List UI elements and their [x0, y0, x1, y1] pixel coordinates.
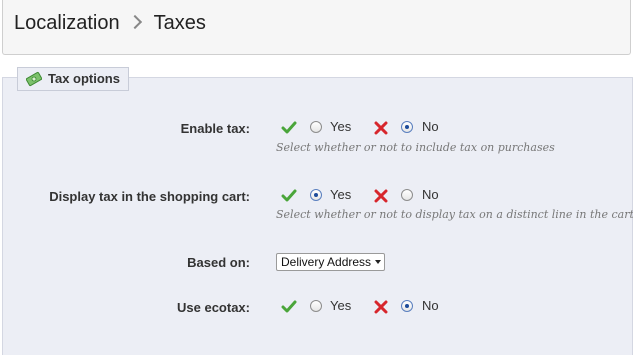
breadcrumb-current: Taxes — [153, 12, 206, 34]
breadcrumb: Localization Taxes — [14, 12, 206, 35]
breadcrumb-parent[interactable]: Localization — [14, 12, 120, 34]
cross-icon — [374, 189, 388, 203]
yes-label: Yes — [330, 187, 352, 202]
no-label: No — [422, 187, 439, 202]
chevron-right-icon — [127, 14, 142, 30]
chevron-down-icon — [375, 260, 381, 264]
based-on-select[interactable]: Delivery Address — [276, 253, 385, 271]
field-label: Enable tax: — [180, 121, 250, 136]
based-on-value: Delivery Address — [281, 255, 372, 269]
field-label: Based on: — [187, 255, 250, 270]
check-icon — [281, 121, 297, 134]
yes-label: Yes — [330, 298, 352, 313]
cross-icon — [374, 121, 388, 135]
page-header: Localization Taxes — [2, 0, 631, 55]
enable-tax-no-radio[interactable] — [401, 121, 413, 133]
enable-tax-yes-radio[interactable] — [310, 121, 322, 133]
check-icon — [281, 189, 297, 202]
no-label: No — [422, 119, 439, 134]
field-help: Select whether or not to include tax on … — [276, 141, 555, 154]
field-label: Use ecotax: — [177, 300, 250, 315]
display-tax-yes-radio[interactable] — [310, 189, 322, 201]
use-ecotax-yes-radio[interactable] — [310, 300, 322, 312]
no-label: No — [422, 298, 439, 313]
field-label: Display tax in the shopping cart: — [49, 189, 250, 204]
money-icon — [26, 71, 42, 87]
display-tax-no-radio[interactable] — [401, 189, 413, 201]
panel-legend: Tax options — [17, 67, 129, 91]
cross-icon — [374, 300, 388, 314]
field-help: Select whether or not to display tax on … — [276, 208, 633, 221]
check-icon — [281, 300, 297, 313]
panel-legend-text: Tax options — [48, 71, 120, 86]
yes-label: Yes — [330, 119, 352, 134]
use-ecotax-no-radio[interactable] — [401, 300, 413, 312]
